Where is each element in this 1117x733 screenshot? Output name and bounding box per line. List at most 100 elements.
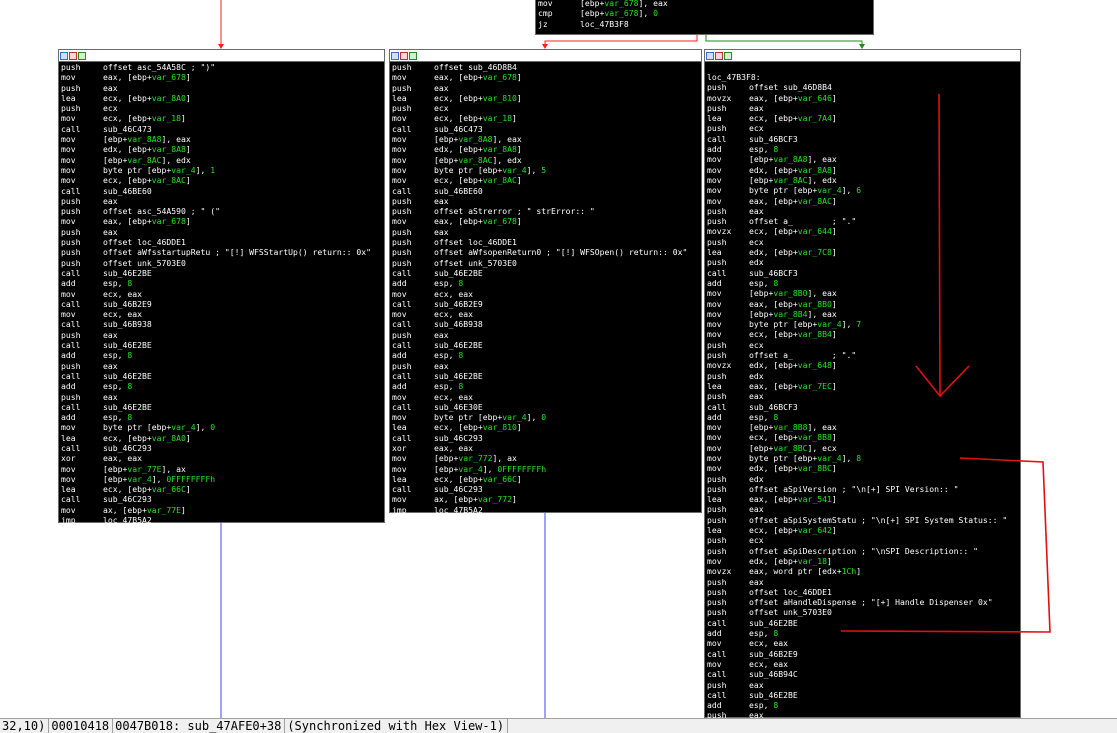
code-line[interactable]: call sub_46E2BE <box>61 402 382 412</box>
code-line[interactable]: mov [ebp+var_772], ax <box>392 453 699 463</box>
code-line[interactable]: mov edx, [ebp+var_8BC] <box>707 463 1018 473</box>
code-line[interactable]: jz loc_47B3F8 <box>538 19 871 29</box>
code-line[interactable]: mov ecx, eax <box>392 309 699 319</box>
code-line[interactable]: push eax <box>707 504 1018 514</box>
code-line[interactable]: push eax <box>707 577 1018 587</box>
code-line[interactable]: push eax <box>392 227 699 237</box>
code-line[interactable]: xor eax, eax <box>61 453 382 463</box>
code-line[interactable]: mov eax, [ebp+var_8AC] <box>707 196 1018 206</box>
code-line[interactable]: mov [ebp+var_8AC], edx <box>392 155 699 165</box>
code-line[interactable]: mov edx, [ebp+var_18] <box>707 556 1018 566</box>
code-line[interactable]: mov [ebp+var_8B0], eax <box>707 288 1018 298</box>
code-line[interactable]: push ecx <box>707 237 1018 247</box>
code-line[interactable]: mov ecx, [ebp+var_8B8] <box>707 432 1018 442</box>
code-line[interactable]: movzx eax, word ptr [edx+1Ch] <box>707 566 1018 576</box>
code-line[interactable]: mov ecx, [ebp+var_8B4] <box>707 329 1018 339</box>
code-line[interactable]: movzx ecx, [ebp+var_644] <box>707 226 1018 236</box>
code-line[interactable]: add esp, 8 <box>707 144 1018 154</box>
code-line[interactable]: call sub_46E2BE <box>392 371 699 381</box>
code-line[interactable]: mov [ebp+var_8BC], ecx <box>707 443 1018 453</box>
code-line[interactable]: call sub_46C293 <box>61 443 382 453</box>
code-line[interactable]: push offset aSpiVersion ; "\n[+] SPI Vers… <box>707 484 1018 494</box>
code-line[interactable]: movzx eax, [ebp+var_646] <box>707 93 1018 103</box>
code-line[interactable]: mov ecx, eax <box>392 392 699 402</box>
code-line[interactable]: push ecx <box>61 103 382 113</box>
code-block-left[interactable]: push offset asc_54A58C ; ")" mov eax, [ebp+… <box>58 49 385 525</box>
code-line[interactable]: add esp, 8 <box>707 412 1018 422</box>
code-line[interactable]: lea ecx, [ebp+var_7A4] <box>707 113 1018 123</box>
code-line[interactable]: push edx <box>707 257 1018 267</box>
code-line[interactable]: push eax <box>61 330 382 340</box>
code-line[interactable]: call sub_46C293 <box>392 484 699 494</box>
code-line[interactable]: lea ecx, [ebp+var_8A0] <box>61 433 382 443</box>
code-line[interactable]: call sub_46E30E <box>392 402 699 412</box>
code-line[interactable]: push edx <box>707 474 1018 484</box>
code-line[interactable]: push offset aSpiDescription ; "\nSPI Desc… <box>707 546 1018 556</box>
code-line[interactable]: push offset unk_5703E0 <box>61 258 382 268</box>
code-line[interactable]: mov ecx, eax <box>61 309 382 319</box>
code-line[interactable]: push eax <box>61 196 382 206</box>
code-line[interactable]: mov edx, [ebp+var_8A8] <box>61 144 382 154</box>
code-line[interactable]: mov ecx, [ebp+var_18] <box>392 113 699 123</box>
code-line[interactable]: mov eax, [ebp+var_678] <box>392 72 699 82</box>
code-line[interactable]: push eax <box>61 227 382 237</box>
code-line[interactable]: call sub_46E2BE <box>61 268 382 278</box>
code-line[interactable]: mov [ebp+var_678], eax <box>538 0 871 8</box>
code-line[interactable]: call sub_46E2BE <box>61 340 382 350</box>
code-line[interactable]: xor eax, eax <box>392 443 699 453</box>
code-line[interactable]: call sub_46E2BE <box>392 268 699 278</box>
code-line[interactable]: mov eax, [ebp+var_678] <box>392 216 699 226</box>
code-line[interactable]: mov eax, [ebp+var_8B0] <box>707 299 1018 309</box>
code-line[interactable]: push eax <box>61 361 382 371</box>
code-line[interactable]: mov byte ptr [ebp+var_4], 1 <box>61 165 382 175</box>
code-line[interactable]: push offset aStrerror ; " strError:: " <box>392 206 699 216</box>
code-line[interactable]: call sub_46B2E9 <box>707 649 1018 659</box>
code-line[interactable]: mov [ebp+var_8B8], eax <box>707 422 1018 432</box>
code-line[interactable]: add esp, 8 <box>707 628 1018 638</box>
code-line[interactable]: mov byte ptr [ebp+var_4], 6 <box>707 185 1018 195</box>
code-line[interactable]: push offset sub_46D8B4 <box>392 62 699 72</box>
code-line[interactable]: add esp, 8 <box>392 381 699 391</box>
code-line[interactable]: lea ecx, [ebp+var_66C] <box>392 474 699 484</box>
code-line[interactable]: mov ecx, eax <box>707 659 1018 669</box>
code-line[interactable]: call sub_46C293 <box>392 433 699 443</box>
code-line[interactable]: call sub_46BCF3 <box>707 268 1018 278</box>
code-line[interactable]: mov [ebp+var_4], 0FFFFFFFFh <box>392 464 699 474</box>
code-line[interactable]: push ecx <box>392 103 699 113</box>
code-line[interactable]: push eax <box>707 103 1018 113</box>
code-line[interactable]: call sub_46BE60 <box>61 186 382 196</box>
code-line[interactable]: add esp, 8 <box>707 700 1018 710</box>
code-line[interactable]: call sub_46BCF3 <box>707 402 1018 412</box>
code-line[interactable]: add esp, 8 <box>392 350 699 360</box>
code-line[interactable]: call sub_46B94C <box>707 669 1018 679</box>
code-line[interactable]: mov [ebp+var_77E], ax <box>61 464 382 474</box>
code-line[interactable]: call sub_46C473 <box>392 124 699 134</box>
code-line[interactable]: mov [ebp+var_8AC], edx <box>707 175 1018 185</box>
code-line[interactable]: call sub_46B2E9 <box>392 299 699 309</box>
code-line[interactable]: mov [ebp+var_4], 0FFFFFFFFh <box>61 474 382 484</box>
code-line[interactable]: call sub_46B2E9 <box>61 299 382 309</box>
code-line[interactable]: add esp, 8 <box>61 278 382 288</box>
code-line[interactable]: mov [ebp+var_8B4], eax <box>707 309 1018 319</box>
code-line[interactable]: lea ecx, [ebp+var_810] <box>392 93 699 103</box>
code-line[interactable]: push offset loc_46DDE1 <box>707 587 1018 597</box>
code-line[interactable]: mov [ebp+var_8A8], eax <box>392 134 699 144</box>
code-line[interactable]: mov byte ptr [ebp+var_4], 7 <box>707 319 1018 329</box>
code-line[interactable]: mov edx, [ebp+var_8A8] <box>392 144 699 154</box>
code-line[interactable]: push offset loc_46DDE1 <box>61 237 382 247</box>
code-line[interactable]: add esp, 8 <box>707 278 1018 288</box>
code-line[interactable]: push eax <box>707 206 1018 216</box>
code-line[interactable]: call sub_46BCF3 <box>707 134 1018 144</box>
code-line[interactable]: add esp, 8 <box>61 412 382 422</box>
code-line[interactable]: mov eax, [ebp+var_678] <box>61 216 382 226</box>
code-line[interactable]: mov [ebp+var_8A8], eax <box>61 134 382 144</box>
code-line[interactable]: mov [ebp+var_8AC], edx <box>61 155 382 165</box>
code-line[interactable]: mov edx, [ebp+var_8A8] <box>707 165 1018 175</box>
code-line[interactable]: mov byte ptr [ebp+var_4], 0 <box>392 412 699 422</box>
code-line[interactable]: push eax <box>707 680 1018 690</box>
code-line[interactable]: push offset aWfsstartupRetu ; "[!] WFSSta… <box>61 247 382 257</box>
code-line[interactable]: mov byte ptr [ebp+var_4], 8 <box>707 453 1018 463</box>
code-line[interactable]: call sub_46E2BE <box>392 340 699 350</box>
code-line[interactable]: push eax <box>707 391 1018 401</box>
code-line[interactable]: mov ecx, [ebp+var_8AC] <box>61 175 382 185</box>
